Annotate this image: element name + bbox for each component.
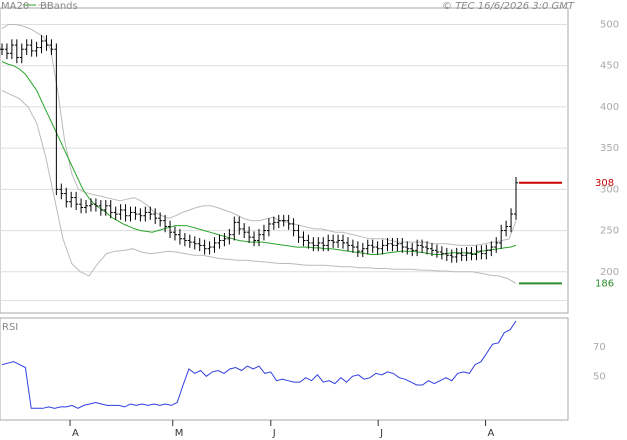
rsi-line <box>1 320 517 409</box>
price-panel-frame <box>0 7 569 314</box>
rsi-path <box>1 320 517 409</box>
ma20-path <box>1 61 517 255</box>
stock-chart: 308186 200250300350400450500 5070 AMJJA … <box>0 1 619 439</box>
rsi-axis-ticks: 50 70 <box>593 342 606 382</box>
bbands-legend-label: BBands <box>40 1 78 12</box>
price-tick-label: 450 <box>600 61 619 72</box>
month-label: A <box>488 428 495 439</box>
rsi-tick-label: 70 <box>593 342 606 353</box>
bbands-upper <box>1 24 517 246</box>
ma20-line <box>1 61 517 255</box>
price-tick-label: 250 <box>600 226 619 237</box>
month-axis: AMJJA <box>69 420 495 439</box>
price-tick-label: 200 <box>600 267 619 278</box>
price-tick-label: 350 <box>600 143 619 154</box>
price-bars <box>0 35 518 263</box>
ma20-legend-label: MA20 <box>1 1 29 12</box>
rsi-label: RSI <box>2 322 18 333</box>
price-gridlines <box>0 23 568 302</box>
month-label: M <box>175 428 184 439</box>
copyright-text: © TEC 16/6/2026 3:0 GMT <box>442 1 575 12</box>
rsi-tick-label: 50 <box>593 371 606 382</box>
support-label: 186 <box>595 278 614 289</box>
price-tick-label: 400 <box>600 102 619 113</box>
month-label: A <box>72 428 79 439</box>
month-label: J <box>272 428 276 439</box>
price-tick-label: 500 <box>600 19 619 30</box>
month-label: J <box>379 428 383 439</box>
price-tick-label: 300 <box>600 184 619 195</box>
price-axis-ticks: 200 250 300 350 400 450 500 <box>600 19 619 277</box>
